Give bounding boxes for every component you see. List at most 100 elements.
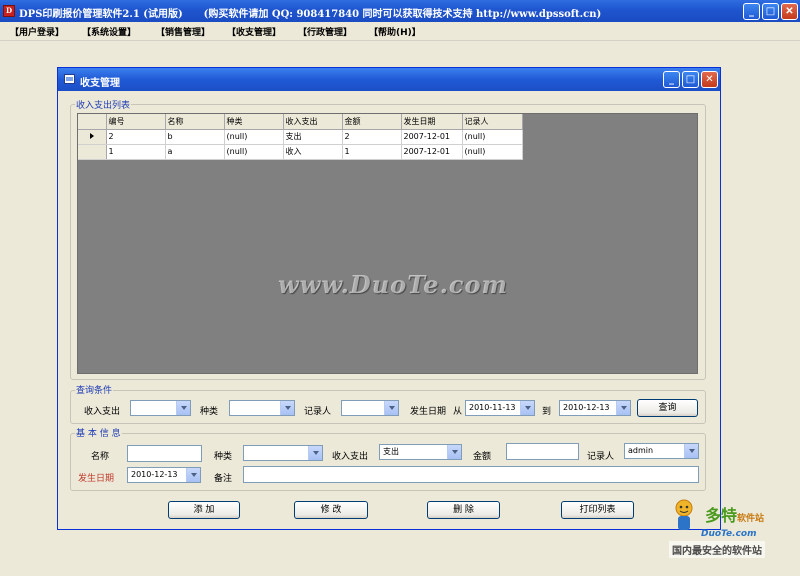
table-cell[interactable]: (null) — [224, 144, 284, 160]
table-cell[interactable]: a — [165, 144, 225, 160]
query-income-expense-label: 收入支出 — [84, 407, 121, 417]
add-button[interactable]: 添 加 — [168, 501, 240, 519]
query-date-label: 发生日期 — [410, 407, 447, 417]
table-cell[interactable]: 支出 — [283, 129, 343, 145]
date-value: 2010-12-13 — [131, 470, 178, 479]
menu-system-settings[interactable]: 【系统设置】 — [82, 25, 136, 38]
chevron-down-icon[interactable] — [447, 445, 461, 459]
logo-main-small: 软件站 — [737, 514, 765, 524]
table-row[interactable]: 1 a (null) 收入 1 2007-12-01 (null) — [78, 144, 523, 160]
chevron-down-icon[interactable] — [616, 401, 630, 415]
table-cell[interactable]: 2007-12-01 — [401, 144, 463, 160]
chevron-down-icon[interactable] — [176, 401, 190, 415]
table-row[interactable]: 2 b (null) 支出 2 2007-12-01 (null) — [78, 129, 523, 145]
column-header-name[interactable]: 名称 — [165, 114, 225, 130]
query-to-label: 到 — [542, 407, 552, 417]
amount-label: 金额 — [473, 452, 492, 462]
table-cell[interactable]: (null) — [462, 129, 523, 145]
site-logo: 多特软件站 DuoTe.com 国内最安全的软件站 — [665, 496, 795, 574]
remark-input[interactable] — [243, 466, 699, 483]
table-cell[interactable]: (null) — [462, 144, 523, 160]
data-table: 编号 名称 种类 收入支出 金额 发生日期 记录人 2 b (null) 支出 … — [78, 114, 523, 160]
recorder-select[interactable]: admin — [624, 443, 699, 459]
delete-button[interactable]: 删 除 — [427, 501, 500, 519]
chevron-down-icon[interactable] — [684, 444, 698, 458]
income-expense-label: 收入支出 — [332, 452, 369, 462]
info-section-legend: 基 本 信 息 — [75, 426, 122, 439]
menu-finance-management[interactable]: 【收支管理】 — [227, 25, 281, 38]
recorder-label: 记录人 — [587, 452, 615, 462]
column-header-category[interactable]: 种类 — [224, 114, 284, 130]
main-titlebar: D DPS印刷报价管理软件2.1 (试用版) (购买软件请加 QQ: 90841… — [0, 0, 800, 22]
date-picker[interactable]: 2010-12-13 — [127, 467, 201, 483]
menu-help[interactable]: 【帮助(H)】 — [369, 25, 421, 38]
chevron-down-icon[interactable] — [520, 401, 534, 415]
chevron-down-icon[interactable] — [308, 446, 322, 460]
menu-admin-management[interactable]: 【行政管理】 — [298, 25, 352, 38]
window-icon — [64, 74, 75, 84]
logo-main: 多特 — [705, 506, 738, 525]
logo-subtext: DuoTe.com — [701, 529, 757, 539]
query-income-expense-select[interactable] — [130, 400, 191, 416]
category-label: 种类 — [214, 452, 233, 462]
name-input[interactable] — [127, 445, 202, 462]
print-list-button[interactable]: 打印列表 — [561, 501, 634, 519]
logo-tagline: 国内最安全的软件站 — [669, 541, 765, 558]
child-titlebar: 收支管理 _ □ ✕ — [58, 68, 720, 91]
watermark-text: www.DuoTe.com — [278, 270, 508, 299]
query-category-label: 种类 — [200, 407, 219, 417]
column-header-income-expense[interactable]: 收入支出 — [283, 114, 343, 130]
window-title: DPS印刷报价管理软件2.1 (试用版) (购买软件请加 QQ: 9084178… — [19, 9, 602, 20]
chevron-down-icon[interactable] — [186, 468, 200, 482]
table-cell[interactable]: 2 — [106, 129, 166, 145]
data-grid[interactable]: 编号 名称 种类 收入支出 金额 发生日期 记录人 2 b (null) 支出 … — [77, 113, 698, 374]
minimize-button[interactable]: _ — [743, 3, 760, 20]
remark-label: 备注 — [214, 474, 233, 484]
column-header-date[interactable]: 发生日期 — [401, 114, 463, 130]
query-section-legend: 查询条件 — [75, 383, 114, 396]
child-minimize-button[interactable]: _ — [663, 71, 680, 88]
income-expense-select[interactable]: 支出 — [379, 444, 462, 460]
child-close-button[interactable]: ✕ — [701, 71, 718, 88]
query-from-label: 从 — [453, 407, 463, 417]
category-select[interactable] — [243, 445, 323, 461]
list-section-legend: 收入支出列表 — [75, 98, 132, 111]
query-category-select[interactable] — [229, 400, 295, 416]
maximize-button[interactable]: □ — [762, 3, 779, 20]
query-recorder-select[interactable] — [341, 400, 399, 416]
column-header-recorder[interactable]: 记录人 — [462, 114, 523, 130]
table-cell[interactable]: (null) — [224, 129, 284, 145]
table-cell[interactable]: b — [165, 129, 225, 145]
query-to-date-value: 2010-12-13 — [563, 403, 610, 412]
table-header-row: 编号 名称 种类 收入支出 金额 发生日期 记录人 — [78, 114, 523, 130]
app-icon: D — [3, 5, 15, 17]
query-from-date-picker[interactable]: 2010-11-13 — [465, 400, 535, 416]
row-pointer-icon — [89, 133, 94, 139]
table-cell[interactable]: 1 — [342, 144, 402, 160]
query-from-date-value: 2010-11-13 — [469, 403, 516, 412]
table-cell[interactable]: 1 — [106, 144, 166, 160]
date-label: 发生日期 — [78, 474, 115, 484]
table-cell[interactable]: 2007-12-01 — [401, 129, 463, 145]
menu-sales-management[interactable]: 【销售管理】 — [156, 25, 210, 38]
edit-button[interactable]: 修 改 — [294, 501, 368, 519]
chevron-down-icon[interactable] — [384, 401, 398, 415]
query-button[interactable]: 查询 — [637, 399, 698, 417]
column-header-amount[interactable]: 金额 — [342, 114, 402, 130]
column-header-id[interactable]: 编号 — [106, 114, 166, 130]
mascot-icon — [675, 499, 693, 530]
logo-main-text: 多特软件站 — [705, 502, 764, 526]
name-label: 名称 — [91, 452, 110, 462]
chevron-down-icon[interactable] — [280, 401, 294, 415]
menu-bar: 【用户登录】 【系统设置】 【销售管理】 【收支管理】 【行政管理】 【帮助(H… — [0, 22, 800, 41]
amount-input[interactable] — [506, 443, 579, 460]
child-window-title: 收支管理 — [80, 78, 120, 89]
menu-user-login[interactable]: 【用户登录】 — [10, 25, 64, 38]
query-to-date-picker[interactable]: 2010-12-13 — [559, 400, 631, 416]
query-recorder-label: 记录人 — [304, 407, 332, 417]
close-button[interactable]: ✕ — [781, 3, 798, 20]
child-maximize-button[interactable]: □ — [682, 71, 699, 88]
table-cell[interactable]: 2 — [342, 129, 402, 145]
table-cell[interactable]: 收入 — [283, 144, 343, 160]
current-row-indicator — [78, 129, 107, 145]
